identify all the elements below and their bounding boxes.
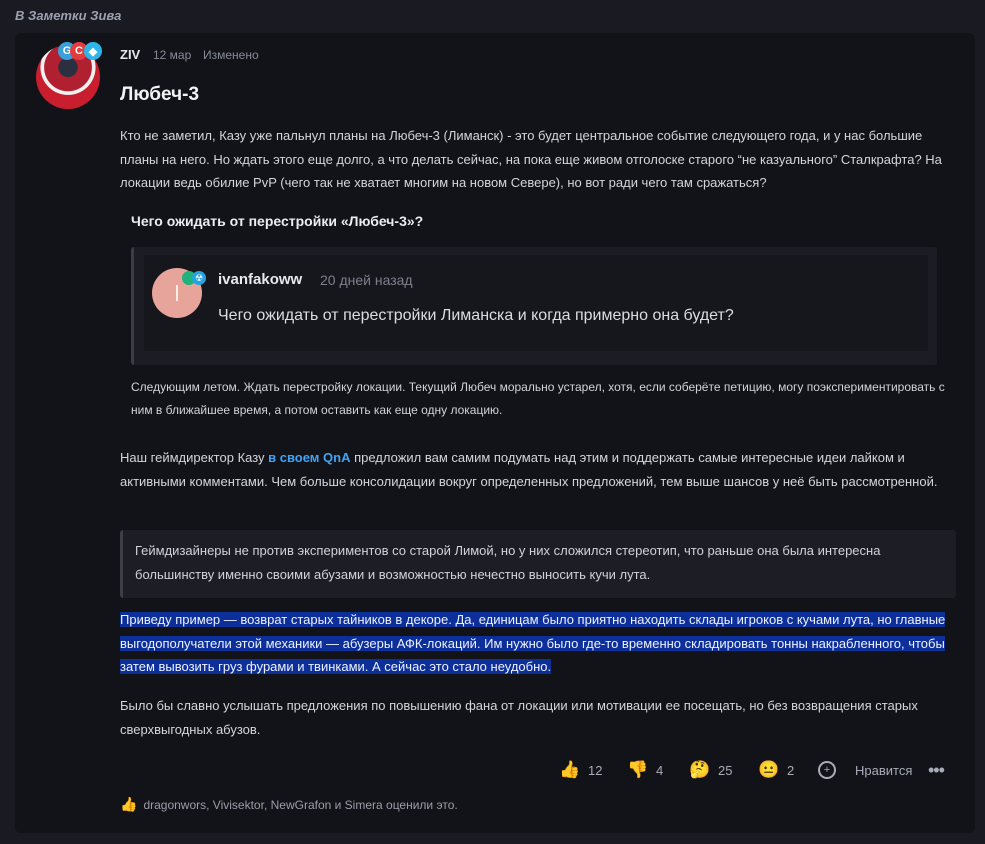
neutral-face-icon: 😐 <box>758 760 780 779</box>
paragraph-text: Наш геймдиректор Казу <box>120 450 269 465</box>
liked-by-text: dragonwors, Vivisektor, NewGrafon и Sime… <box>143 797 458 812</box>
add-reaction-icon: + <box>818 761 836 779</box>
blockquote: Геймдизайнеры не против экспериментов со… <box>120 530 956 598</box>
thinking-face-icon: 🤔 <box>689 760 711 779</box>
selected-text: Приведу пример — возврат старых тайников… <box>120 612 946 674</box>
embedded-comment-body <box>144 255 928 351</box>
like-button[interactable]: Нравится <box>855 758 912 782</box>
radiation-badge-icon: ☢ <box>192 271 206 285</box>
reaction-count: 4 <box>656 762 664 778</box>
edited-label[interactable]: Изменено <box>203 48 259 62</box>
like-thumb-icon: 👍 <box>120 796 138 812</box>
breadcrumb[interactable]: В Заметки Зива <box>15 8 121 23</box>
diamond-badge-icon: ◆ <box>84 42 102 60</box>
paragraph-intro: Кто не заметил, Казу уже пальнул планы н… <box>120 128 942 190</box>
author-name[interactable]: ZIV <box>120 47 140 62</box>
reaction-neutral[interactable]: 😐 2 <box>758 758 795 782</box>
reaction-count: 25 <box>718 762 733 778</box>
add-reaction-button[interactable]: + <box>818 758 836 782</box>
thumbs-up-icon: 👍 <box>559 760 581 779</box>
thumbs-down-icon: 👎 <box>627 760 649 779</box>
post-date[interactable]: 12 мар <box>153 48 191 62</box>
liked-by[interactable]: 👍 dragonwors, Vivisektor, NewGrafon и Si… <box>120 796 458 813</box>
embed-avatar-mark <box>176 285 178 301</box>
paragraph-closing: Было бы славно услышать предложения по п… <box>120 698 918 737</box>
reaction-thumbs-up[interactable]: 👍 12 <box>559 758 603 782</box>
quote-header: Чего ожидать от перестройки «Любеч-3»? <box>131 213 424 229</box>
more-button[interactable]: ••• <box>928 758 945 782</box>
embed-username[interactable]: ivanfakoww <box>218 271 302 288</box>
reaction-count: 12 <box>588 762 603 778</box>
embedded-comment <box>131 247 937 365</box>
reaction-count: 2 <box>787 762 795 778</box>
more-icon: ••• <box>928 759 945 780</box>
paragraph-qna: Наш геймдиректор Казу в своем QnA предло… <box>120 446 950 493</box>
paragraph-selected: Приведу пример — возврат старых тайников… <box>120 608 960 679</box>
reaction-thumbs-down[interactable]: 👎 4 <box>627 758 664 782</box>
like-label: Нравится <box>855 762 913 778</box>
post-title: Любеч-3 <box>120 84 200 105</box>
answer-text: Следующим летом. Ждать перестройку локац… <box>131 380 945 417</box>
embed-timestamp: 20 дней назад <box>320 272 413 288</box>
embed-text: Чего ожидать от перестройки Лиманска и к… <box>218 307 734 324</box>
reaction-thinking[interactable]: 🤔 25 <box>689 758 733 782</box>
qna-link[interactable]: в своем QnA <box>268 450 350 465</box>
